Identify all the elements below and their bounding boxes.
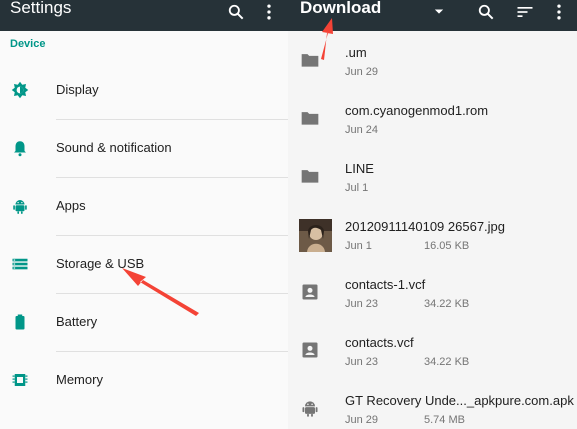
file-name: LINE xyxy=(345,161,374,176)
more-vert-icon[interactable] xyxy=(259,2,279,22)
settings-item-sound[interactable]: Sound & notification xyxy=(0,120,288,178)
files-panel: Download .um Jun 29 com.cyanogenmod1.rom… xyxy=(288,0,577,429)
file-date: Jun 29 xyxy=(345,414,379,426)
contact-icon xyxy=(300,340,320,360)
settings-item-label: Memory xyxy=(56,372,103,387)
settings-panel: Settings Device Display Sound & notifica… xyxy=(0,0,288,429)
section-header-device: Device xyxy=(10,38,46,50)
brightness-icon xyxy=(11,81,29,99)
file-name: 20120911140109 26567.jpg xyxy=(345,219,506,234)
file-item[interactable]: GT Recovery Unde..._apkpure.com.apk Jun … xyxy=(288,379,577,429)
file-name: com.cyanogenmod1.rom xyxy=(345,103,489,118)
file-size: 34.22 KB xyxy=(424,356,470,368)
settings-item-apps[interactable]: Apps xyxy=(0,178,288,236)
settings-item-label: Display xyxy=(56,82,99,97)
file-date: Jul 1 xyxy=(345,182,369,194)
file-date: Jun 23 xyxy=(345,298,379,310)
file-date: Jun 24 xyxy=(345,124,379,136)
image-thumbnail xyxy=(299,219,332,252)
file-size: 34.22 KB xyxy=(424,298,470,310)
file-item[interactable]: com.cyanogenmod1.rom Jun 24 xyxy=(288,89,577,147)
folder-icon xyxy=(300,108,320,128)
settings-item-memory[interactable]: Memory xyxy=(0,352,288,410)
file-name: GT Recovery Unde..._apkpure.com.apk xyxy=(345,393,574,408)
file-date: Jun 1 xyxy=(345,240,372,252)
search-icon[interactable] xyxy=(476,2,496,22)
search-icon[interactable] xyxy=(226,2,246,22)
android-icon xyxy=(11,197,29,215)
settings-item-storage[interactable]: Storage & USB xyxy=(0,236,288,294)
file-item[interactable]: .um Jun 29 xyxy=(288,31,577,89)
settings-item-label: Apps xyxy=(56,198,86,213)
file-name: contacts-1.vcf xyxy=(345,277,426,292)
file-item[interactable]: contacts.vcf Jun 23 34.22 KB xyxy=(288,321,577,379)
file-item[interactable]: 20120911140109 26567.jpg Jun 1 16.05 KB xyxy=(288,205,577,263)
file-size: 5.74 MB xyxy=(424,414,465,426)
file-name: .um xyxy=(345,45,367,60)
file-item[interactable]: LINE Jul 1 xyxy=(288,147,577,205)
sort-icon[interactable] xyxy=(515,2,535,22)
settings-item-display[interactable]: Display xyxy=(0,62,288,120)
settings-toolbar: Settings xyxy=(0,0,288,31)
settings-item-label: Storage & USB xyxy=(56,256,145,271)
dropdown-icon[interactable] xyxy=(429,2,449,22)
folder-icon xyxy=(300,166,320,186)
files-toolbar: Download xyxy=(288,0,577,31)
file-name: contacts.vcf xyxy=(345,335,414,350)
folder-title[interactable]: Download xyxy=(300,0,381,18)
storage-icon xyxy=(11,255,29,273)
battery-icon xyxy=(11,313,29,331)
bell-icon xyxy=(11,139,29,157)
more-vert-icon[interactable] xyxy=(549,2,569,22)
file-date: Jun 29 xyxy=(345,66,379,78)
folder-icon xyxy=(300,50,320,70)
settings-title: Settings xyxy=(10,0,72,17)
contact-icon xyxy=(300,282,320,302)
android-icon xyxy=(300,398,320,418)
file-date: Jun 23 xyxy=(345,356,379,368)
file-item[interactable]: contacts-1.vcf Jun 23 34.22 KB xyxy=(288,263,577,321)
memory-icon xyxy=(11,371,29,389)
settings-item-label: Battery xyxy=(56,314,98,329)
settings-item-label: Sound & notification xyxy=(56,140,172,155)
settings-item-battery[interactable]: Battery xyxy=(0,294,288,352)
file-size: 16.05 KB xyxy=(424,240,470,252)
